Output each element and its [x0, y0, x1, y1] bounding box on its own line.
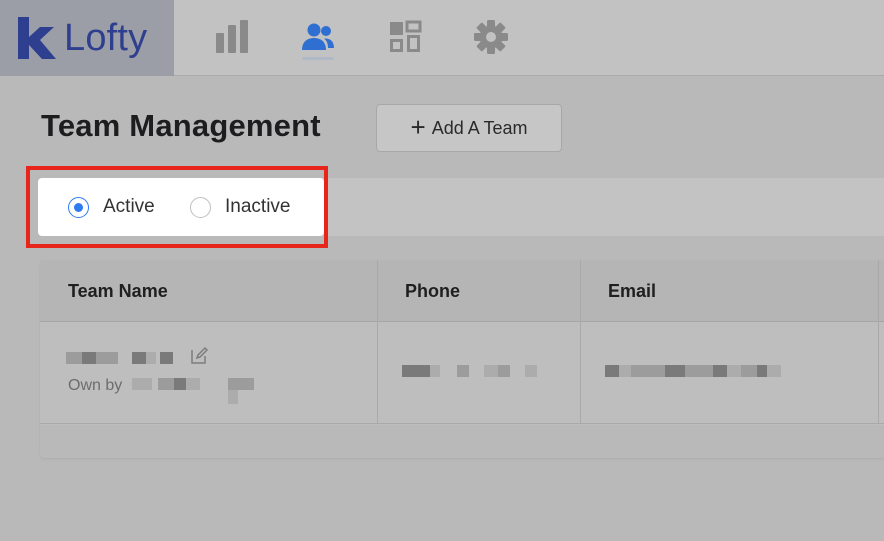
annotation-highlight-box [26, 166, 328, 248]
owner-prefix: Own by [68, 377, 123, 394]
users-icon [302, 23, 334, 50]
app-name: Lofty [64, 16, 148, 59]
page-title: Team Management [41, 108, 321, 143]
gear-icon [474, 20, 508, 54]
edit-icon[interactable] [189, 346, 209, 366]
column-header-team-name[interactable]: Team Name [68, 260, 168, 322]
plus-icon: + [410, 111, 426, 142]
teams-table: Team Name Phone Email Own by [40, 260, 884, 458]
nav-active-indicator [302, 57, 334, 60]
add-team-button[interactable]: + Add A Team [376, 104, 562, 152]
nav-team[interactable] [300, 18, 336, 56]
lofty-logo[interactable]: Lofty [0, 0, 174, 76]
grid-icon [390, 20, 422, 52]
table-footer [40, 425, 884, 458]
bar-chart-icon [216, 20, 248, 53]
column-header-email[interactable]: Email [608, 260, 656, 322]
nav-settings[interactable] [473, 18, 509, 56]
nav-apps[interactable] [387, 18, 423, 56]
top-navigation-bar: Lofty [0, 0, 884, 76]
add-team-button-label: Add A Team [431, 117, 528, 138]
lofty-logo-icon [18, 17, 56, 59]
column-header-phone[interactable]: Phone [405, 260, 460, 322]
nav-reports[interactable] [214, 18, 250, 56]
